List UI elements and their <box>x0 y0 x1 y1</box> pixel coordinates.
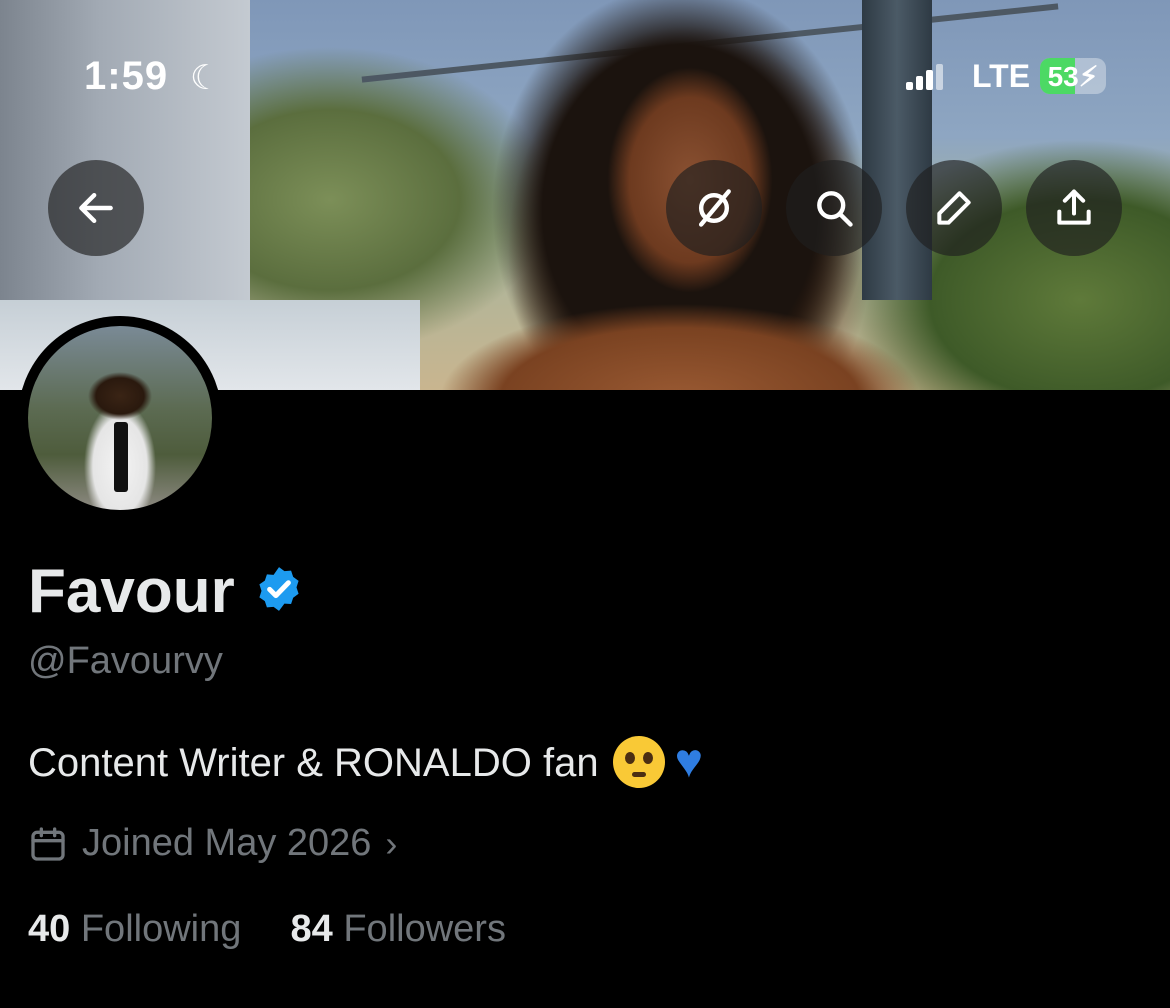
battery-indicator: 53⚡︎ <box>1040 58 1106 94</box>
arrow-left-icon <box>79 192 113 224</box>
bio-text: Content Writer & RONALDO fan <box>28 741 599 786</box>
avatar[interactable] <box>18 316 222 520</box>
banner-wall <box>0 0 250 330</box>
followers-count: 84 <box>290 908 333 950</box>
share-icon <box>1057 189 1091 225</box>
search-button[interactable] <box>786 160 882 256</box>
search-icon <box>817 191 853 227</box>
follow-stats: 40 Following 84 Followers <box>28 908 506 951</box>
signal-icon <box>906 62 946 90</box>
grok-icon <box>698 189 731 227</box>
followers-label: Followers <box>343 908 506 950</box>
back-button[interactable] <box>48 160 144 256</box>
avatar-photo <box>28 326 212 510</box>
following-count: 40 <box>28 908 71 950</box>
avatar-tie <box>114 422 128 492</box>
moon-icon: ☾ <box>190 59 221 97</box>
pencil-icon <box>937 191 971 225</box>
following-label: Following <box>80 908 242 950</box>
chevron-right-icon: › <box>385 822 398 864</box>
joined-date: Joined May 2026 <box>82 822 372 864</box>
followers-link[interactable]: 84 Followers <box>291 908 506 950</box>
battery-level: 53⚡︎ <box>1047 61 1099 92</box>
following-link[interactable]: 40 Following <box>28 908 241 950</box>
blue-heart-emoji-icon: ♥ <box>674 735 704 788</box>
profile-name: Favour <box>28 557 235 626</box>
grok-button[interactable] <box>666 160 762 256</box>
joined-date-row[interactable]: Joined May 2026 › <box>28 822 397 865</box>
status-time: 1:59 <box>84 54 169 98</box>
calendar-icon <box>31 826 65 861</box>
profile-bio: Content Writer & RONALDO fan ♥ <box>28 735 703 793</box>
profile-handle: @Favourvy <box>28 640 223 682</box>
pleading-face-emoji-icon <box>612 735 665 788</box>
status-bar: 1:59 ☾ LTE 53⚡︎ <box>0 52 1170 102</box>
network-type: LTE <box>972 58 1031 94</box>
edit-button[interactable] <box>906 160 1002 256</box>
share-button[interactable] <box>1026 160 1122 256</box>
verified-badge-icon[interactable] <box>254 564 304 614</box>
